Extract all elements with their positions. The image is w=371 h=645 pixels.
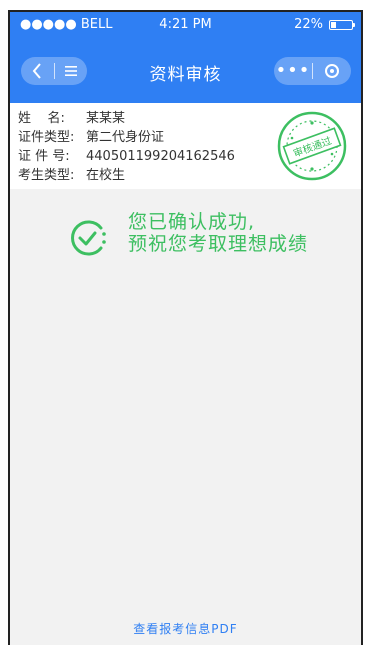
- battery-percent: 22%: [294, 17, 323, 32]
- info-label: 姓 名:: [18, 111, 65, 126]
- info-list: 姓 名: 某某某 证件类型: 第二代身份证 证 件 号: 44050119920…: [18, 109, 235, 185]
- info-row-candidate-type: 考生类型: 在校生: [18, 166, 235, 185]
- success-text: 您已确认成功, 预祝您考取理想成绩: [128, 211, 308, 255]
- battery-indicator: 22%: [294, 17, 355, 32]
- status-bar: ●●●●● BELL 4:21 PM 22%: [10, 12, 361, 38]
- info-row-id-number: 证 件 号: 440501199204162546: [18, 147, 235, 166]
- approved-stamp-icon: 审核通过: [277, 111, 347, 181]
- success-line-2: 预祝您考取理想成绩: [128, 233, 309, 255]
- more-button[interactable]: •••: [274, 62, 312, 80]
- phone-frame: ●●●●● BELL 4:21 PM 22% 资料审核 ••• 姓 名: 某某某…: [8, 10, 363, 645]
- info-row-name: 姓 名: 某某某: [18, 109, 235, 128]
- success-message: 您已确认成功, 预祝您考取理想成绩: [68, 210, 328, 260]
- info-label: 证 件 号:: [18, 149, 70, 164]
- view-pdf-link[interactable]: 查看报考信息PDF: [10, 620, 361, 637]
- top-bar: ●●●●● BELL 4:21 PM 22% 资料审核 •••: [10, 12, 361, 103]
- info-value: 某某某: [86, 111, 126, 126]
- info-value: 440501199204162546: [86, 149, 235, 164]
- success-line-1: 您已确认成功,: [128, 211, 256, 233]
- close-miniapp-button[interactable]: [313, 64, 351, 78]
- nav-bar: 资料审核 •••: [10, 54, 361, 90]
- info-row-id-type: 证件类型: 第二代身份证: [18, 128, 235, 147]
- battery-icon: [329, 19, 355, 30]
- target-circle-icon: [325, 64, 339, 78]
- info-card: 姓 名: 某某某 证件类型: 第二代身份证 证 件 号: 44050119920…: [10, 103, 361, 189]
- info-label: 证件类型:: [18, 130, 75, 145]
- info-value: 在校生: [86, 168, 126, 183]
- check-circle-icon: [71, 220, 106, 256]
- more-dots-icon: •••: [275, 60, 311, 81]
- nav-right-capsule: •••: [274, 57, 351, 85]
- info-value: 第二代身份证: [86, 130, 165, 145]
- info-label: 考生类型:: [18, 168, 75, 183]
